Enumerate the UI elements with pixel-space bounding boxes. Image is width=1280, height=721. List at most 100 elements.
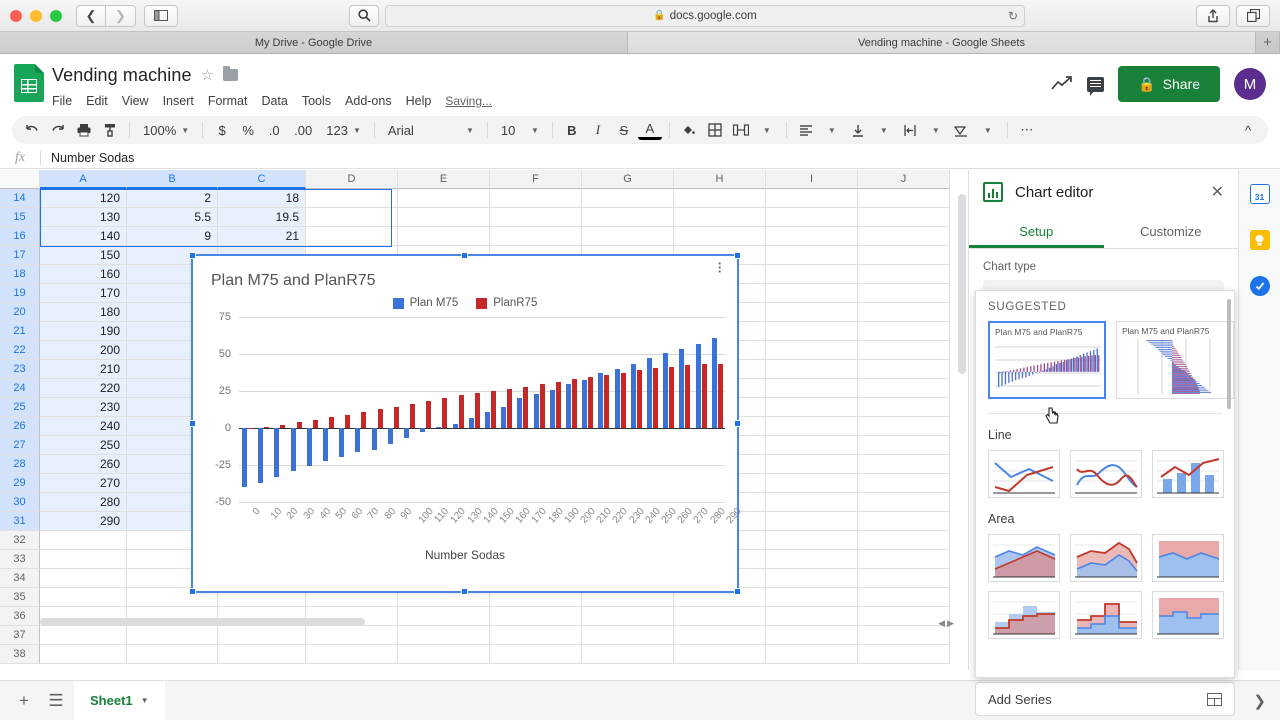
row-header-30[interactable]: 30	[0, 493, 40, 512]
legend-item-0[interactable]: Plan M75	[393, 297, 459, 309]
chart-bar[interactable]	[394, 407, 399, 428]
grid-cell[interactable]	[582, 645, 674, 664]
text-rotation-icon[interactable]	[950, 118, 974, 142]
grid-cell[interactable]: 5.5	[127, 208, 218, 227]
close-window-button[interactable]	[10, 10, 22, 22]
grid-cell[interactable]: 170	[40, 284, 127, 303]
chart-bar[interactable]	[621, 373, 626, 429]
grid-cell[interactable]	[398, 189, 490, 208]
chart-bar-group[interactable]	[352, 317, 368, 502]
paint-format-icon[interactable]	[98, 118, 122, 142]
chart-bar[interactable]	[540, 384, 545, 428]
grid-cell[interactable]	[127, 626, 218, 645]
grid-cell[interactable]	[40, 626, 127, 645]
folder-icon[interactable]	[223, 69, 238, 81]
grid-cell[interactable]	[858, 626, 950, 645]
grid-cell[interactable]	[766, 626, 858, 645]
chart-bar[interactable]	[572, 379, 577, 428]
column-header-F[interactable]: F	[490, 170, 582, 189]
chart-bar-group[interactable]	[514, 317, 530, 502]
browser-tab-1[interactable]: My Drive - Google Drive	[0, 32, 628, 53]
grid-cell[interactable]: 21	[218, 227, 306, 246]
grid-cell[interactable]: 240	[40, 417, 127, 436]
grid-cell[interactable]	[766, 322, 858, 341]
chart-bar[interactable]	[329, 417, 334, 428]
share-icon[interactable]	[1196, 5, 1230, 27]
row-header-22[interactable]: 22	[0, 341, 40, 360]
grid-cell[interactable]	[40, 588, 127, 607]
sidebar-icon[interactable]	[144, 5, 178, 27]
column-header-C[interactable]: C	[218, 170, 306, 189]
grid-cell[interactable]	[858, 531, 950, 550]
row-header-25[interactable]: 25	[0, 398, 40, 417]
grid-cell[interactable]	[766, 455, 858, 474]
column-header-H[interactable]: H	[674, 170, 766, 189]
grid-cell[interactable]: 160	[40, 265, 127, 284]
row-header-31[interactable]: 31	[0, 512, 40, 531]
column-header-B[interactable]: B	[127, 170, 218, 189]
grid-cell[interactable]: 150	[40, 246, 127, 265]
nav-buttons[interactable]: ❮ ❯	[76, 5, 136, 27]
chart-bar-group[interactable]	[450, 317, 466, 502]
chart-bar[interactable]	[685, 365, 690, 428]
chart-bar[interactable]	[313, 420, 318, 428]
row-header-33[interactable]: 33	[0, 550, 40, 569]
grid-cell[interactable]	[306, 189, 398, 208]
tabs-icon[interactable]	[1236, 5, 1270, 27]
bold-button[interactable]: B	[560, 118, 584, 142]
chart-overflow-menu-icon[interactable]: ···	[713, 262, 727, 274]
increase-decimal-button[interactable]: .00	[288, 118, 318, 142]
chart-bar[interactable]	[702, 364, 707, 428]
chart-bar[interactable]	[442, 398, 447, 428]
grid-cell[interactable]: 120	[40, 189, 127, 208]
grid-cell[interactable]	[490, 189, 582, 208]
chevron-down-icon[interactable]: ▼	[141, 696, 149, 705]
share-button[interactable]: 🔒 Share	[1118, 66, 1220, 102]
add-series-button[interactable]: Add Series	[975, 682, 1235, 716]
column-header-J[interactable]: J	[858, 170, 950, 189]
chart-bar-group[interactable]	[482, 317, 498, 502]
chart-bar[interactable]	[523, 387, 528, 428]
row-header-15[interactable]: 15	[0, 208, 40, 227]
chart-bar-group[interactable]	[401, 317, 417, 502]
grid-cell[interactable]	[858, 265, 950, 284]
grid-cell[interactable]	[766, 341, 858, 360]
row-header-20[interactable]: 20	[0, 303, 40, 322]
chart-bar[interactable]	[242, 428, 247, 487]
chart-bar[interactable]	[588, 377, 593, 428]
formula-input[interactable]: Number Sodas	[41, 151, 134, 165]
grid-cell[interactable]	[858, 474, 950, 493]
grid-cell[interactable]: 180	[40, 303, 127, 322]
grid-cell[interactable]	[582, 189, 674, 208]
horizontal-scrollbar[interactable]	[40, 618, 365, 626]
line-chart-thumb-1[interactable]	[1070, 450, 1142, 498]
chevron-down-icon[interactable]: ▼	[984, 126, 992, 135]
grid-cell[interactable]	[766, 588, 858, 607]
row-header-34[interactable]: 34	[0, 569, 40, 588]
grid-cell[interactable]	[858, 303, 950, 322]
chart-bar-group[interactable]	[369, 317, 385, 502]
chart-bar-group[interactable]	[385, 317, 401, 502]
grid-cell[interactable]	[766, 531, 858, 550]
chart-bar[interactable]	[436, 427, 441, 428]
number-format-selector[interactable]: 123 ▼	[320, 118, 367, 142]
chart-bar[interactable]	[556, 382, 561, 428]
chart-bar-group[interactable]	[612, 317, 628, 502]
grid-cell[interactable]	[766, 569, 858, 588]
chart-bar[interactable]	[323, 428, 328, 461]
grid-cell[interactable]	[858, 493, 950, 512]
grid-cell[interactable]	[490, 208, 582, 227]
row-header-19[interactable]: 19	[0, 284, 40, 303]
undo-icon[interactable]	[20, 118, 44, 142]
grid-cell[interactable]: 290	[40, 512, 127, 531]
chart-bar-group[interactable]	[595, 317, 611, 502]
activity-dashboard-icon[interactable]	[1051, 75, 1073, 94]
grid-cell[interactable]	[306, 626, 398, 645]
tab-setup[interactable]: Setup	[969, 214, 1104, 248]
row-header-36[interactable]: 36	[0, 607, 40, 626]
grid-cell[interactable]	[858, 189, 950, 208]
chart-bar-group[interactable]	[547, 317, 563, 502]
grid-cell[interactable]: 230	[40, 398, 127, 417]
grid-cell[interactable]	[858, 322, 950, 341]
menu-tools[interactable]: Tools	[302, 94, 331, 108]
